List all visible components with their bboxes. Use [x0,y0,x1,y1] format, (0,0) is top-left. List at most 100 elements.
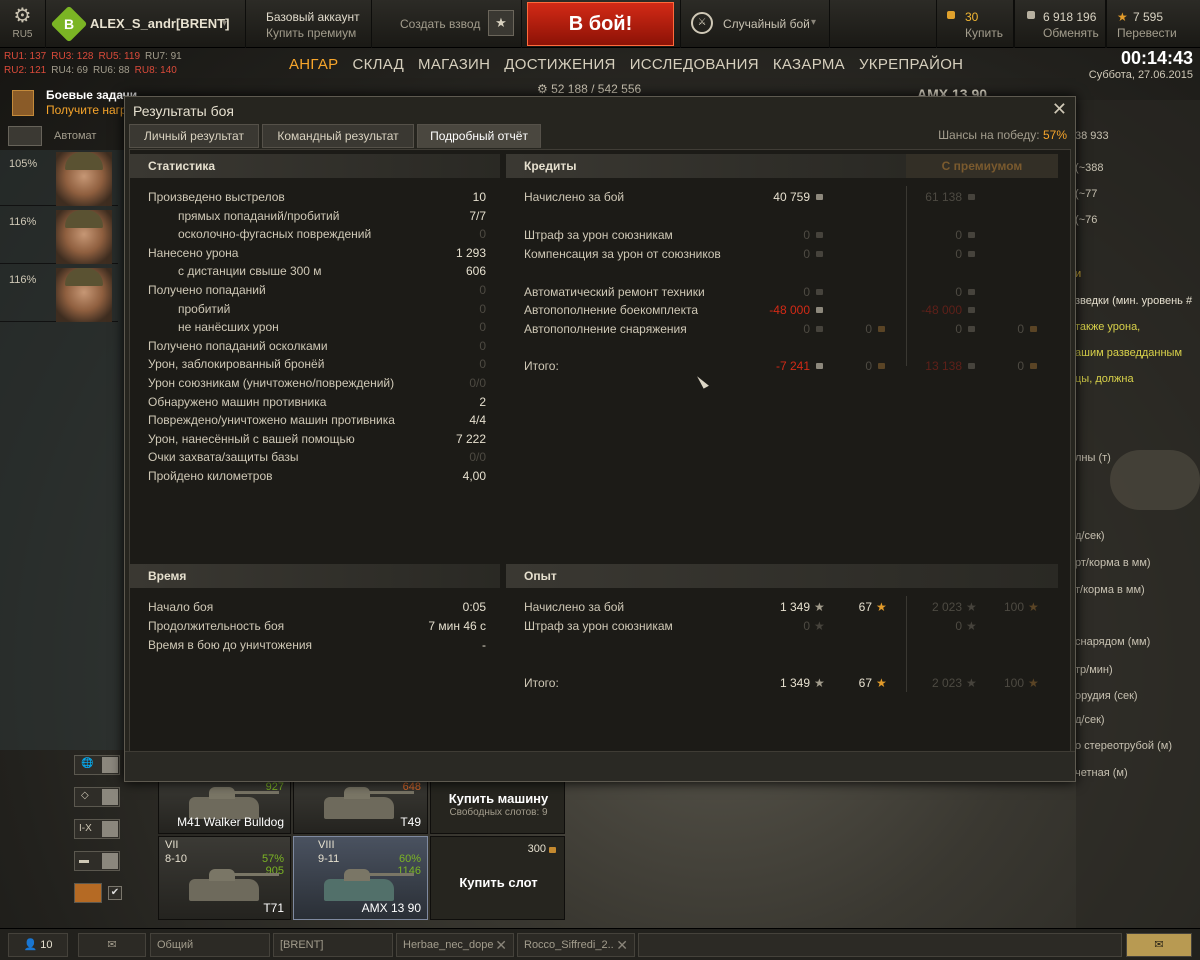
nav-item[interactable]: МАГАЗИН [418,56,490,73]
tab-team[interactable]: Командный результат [262,124,414,148]
credits-icon [816,307,823,313]
battle-mode-select[interactable]: ⚔ Случайный бой ▾ [680,0,830,48]
chevron-down-icon [102,853,118,869]
buy-premium-link[interactable]: Купить премиум [266,26,371,40]
statistics-header: Статистика [130,154,500,178]
chat-tab-clan[interactable]: [BRENT] [273,933,393,957]
vehicle-slot-t49[interactable]: 648 T49 [293,778,428,834]
chat-tab-user[interactable]: Rocco_Siffredi_2.. ✕ [517,933,635,957]
buy-vehicle-slot[interactable]: Купить машину Свободных слотов: 9 [430,778,565,834]
stat-value: 7 222 [455,431,486,446]
chat-input-area[interactable] [638,933,1122,957]
credits-icon [1027,11,1035,19]
server-rank: RU6: 88 [92,65,130,76]
nav-item[interactable]: АНГАР [289,56,338,73]
stat-label: Очки захвата/защиты базы [148,450,299,465]
xp-label: Итого: [524,676,559,690]
crew-member[interactable]: 105% [0,150,118,206]
gold-value: 0 [865,359,872,373]
stat-value: 0 [479,320,486,335]
buy-slot-label: Купить слот [459,875,538,890]
tab-detailed[interactable]: Подробный отчёт [417,124,541,148]
buy-slot[interactable]: 300 Купить слот [430,836,565,920]
credits-label: Автопополнение снаряжения [524,322,687,336]
tank-icon: ▬ [79,855,89,866]
tab-personal[interactable]: Личный результат [129,124,259,148]
notifications-button[interactable]: ✉ [1126,933,1192,957]
stat-label: с дистанции свыше 300 м [178,264,322,279]
nav-item[interactable]: СКЛАД [352,56,404,73]
chat-tab-user[interactable]: Herbae_nec_dope ✕ [396,933,514,957]
gold-value: 0 [865,322,872,336]
win-rate: 57% [261,853,284,865]
close-icon[interactable]: ✕ [616,934,628,956]
stat-label: Повреждено/уничтожено машин противника [148,413,395,428]
convert-xp-link[interactable]: Перевести [1117,26,1177,40]
info-text: снарядом (мм) [1075,636,1151,648]
close-icon[interactable]: ✕ [495,934,507,956]
free-xp-value: 7 595 [1133,10,1164,24]
clock-date: Суббота, 27.06.2015 [1088,69,1193,81]
vehicle-slot-amx[interactable]: VIII 9-11 60% 1146 AMX 13 90 [293,836,428,920]
create-platoon-button[interactable]: Создать взвод ★ [372,0,522,48]
chat-tab-general[interactable]: Общий [150,933,270,957]
premium-header: С премиумом [906,154,1058,178]
close-icon[interactable]: ✕ [1052,99,1067,120]
vehicle-slot-t71[interactable]: VII 8-10 57% 905 T71 [158,836,291,920]
battle-tasks[interactable]: Боевые задачи Получите награ [10,86,137,120]
battle-tiers: 8-10 [165,853,188,865]
tank-image [189,869,279,901]
credits-value: 0 [803,247,810,261]
stat-value: 7/7 [469,208,486,223]
tier-filter[interactable]: I-X [74,819,120,839]
crew-skill-pct: 105% [9,158,38,170]
free-xp-balance[interactable]: ★ 7 595 Перевести [1106,0,1200,48]
premium-xp-value: 0 [955,619,962,633]
favorites-filter[interactable] [74,883,102,903]
credits-label: Автоматический ремонт техники [524,285,705,299]
nav-item[interactable]: ДОСТИЖЕНИЯ [504,56,615,73]
credits-balance[interactable]: 6 918 196 Обменять [1014,0,1106,48]
nav-item[interactable]: КАЗАРМА [773,56,845,73]
info-text: 38 933 [1075,130,1109,142]
type-filter[interactable]: ▬ [74,851,120,871]
vehicle-slot-m41[interactable]: 927 M41 Walker Bulldog [158,778,291,834]
stat-value: 0 [479,301,486,316]
credits-row: Компенсация за урон от союзников 0 0 [524,245,1064,263]
credits-label: Начислено за бой [524,190,625,204]
settings-button[interactable]: ⚙ RU5 [0,0,46,48]
player-menu[interactable]: B ALEX_S_andr[BRENT] ▾ [46,0,246,48]
info-text: т/корма в мм) [1075,584,1145,596]
filter-checkbox[interactable]: ✔ [108,886,122,900]
info-text: рт/корма в мм) [1075,557,1151,569]
crew-skill-pct: 116% [9,216,37,228]
credits-label: Компенсация за урон от союзников [524,247,721,261]
nav-item[interactable]: ИССЛЕДОВАНИЯ [630,56,759,73]
crew-member[interactable]: 116% [0,266,118,322]
stat-label: Нанесено урона [148,245,239,260]
gold-balance[interactable]: 30 Купить [936,0,1014,48]
premium-credits-value: 0 [955,228,962,242]
credits-icon [968,194,975,200]
buy-gold-link[interactable]: Купить [965,26,1003,40]
server-rank: RU7: 91 [145,51,182,62]
fight-button[interactable]: В бой! [527,2,674,46]
credits-label: Автопополнение боекомплекта [524,303,698,317]
vehicle-tier: VII [165,839,179,851]
info-text: д/сек) [1075,714,1105,726]
nav-item[interactable]: УКРЕПРАЙОН [859,56,963,73]
auto-checkbox-label[interactable]: Автомат [54,130,96,142]
gold-icon [947,11,955,19]
credits-label: Штраф за урон союзникам [524,228,673,242]
chat-menu-icon[interactable]: ✉ [78,933,146,957]
class-filter[interactable]: ◇ [74,787,120,807]
clan-emblem-icon: B [50,5,88,43]
players-online-button[interactable]: 👤 10 [8,933,68,957]
nation-filter[interactable]: 🌐 [74,755,120,775]
stat-label: прямых попаданий/пробитий [178,208,340,223]
crew-member[interactable]: 116% [0,208,118,264]
stat-row: Урон, нанесённый с вашей помощью 7 222 [148,430,486,448]
exchange-link[interactable]: Обменять [1043,26,1099,40]
top-bar: ⚙ RU5 B ALEX_S_andr[BRENT] ▾ Базовый акк… [0,0,1200,48]
crew-button[interactable] [8,126,42,146]
